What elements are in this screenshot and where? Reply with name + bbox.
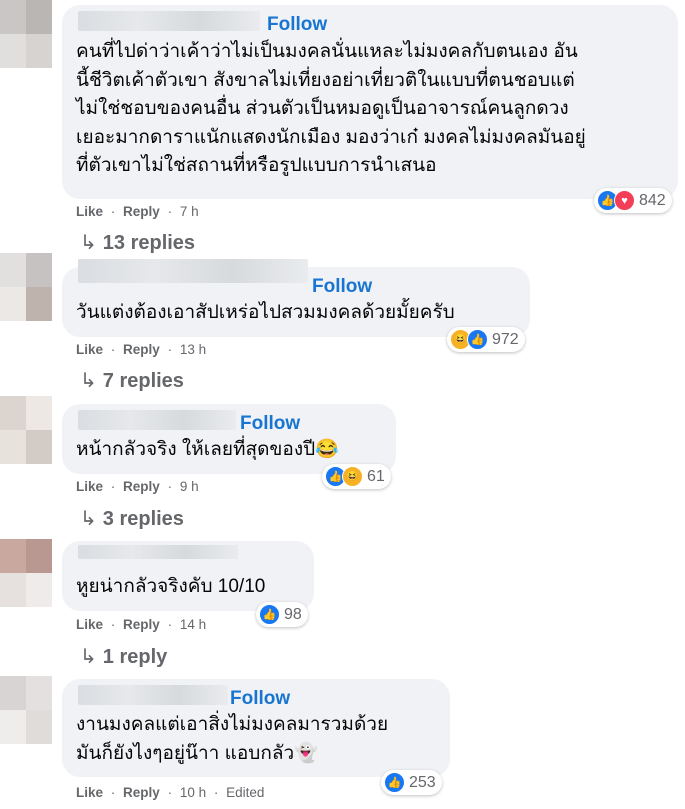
commenter-name-redacted[interactable]: [78, 685, 228, 705]
commenter-name-redacted[interactable]: [78, 545, 238, 559]
comment-actions: Like · Reply · 13 h: [76, 342, 207, 357]
comment-text: วันแต่งต้องเอาสัปเหร่อไปสวมมงคลด้วยมั้ยค…: [76, 302, 455, 323]
follow-button[interactable]: Follow: [267, 14, 327, 36]
like-icon: 👍: [467, 329, 488, 350]
timestamp[interactable]: 10 h: [180, 785, 206, 800]
haha-icon: 😆: [342, 466, 363, 487]
reply-link[interactable]: Reply: [123, 617, 160, 632]
reaction-summary[interactable]: 😆 👍 972: [447, 327, 525, 352]
like-icon: 👍: [384, 772, 405, 793]
like-link[interactable]: Like: [76, 479, 103, 494]
reply-link[interactable]: Reply: [123, 785, 160, 800]
comment-actions: Like · Reply · 10 h · Edited: [76, 785, 265, 800]
comment-text: งานมงคลแต่เอาสิ่งไม่มงคลมารวมด้วย มันก็ย…: [76, 714, 389, 764]
avatar[interactable]: [0, 253, 52, 321]
reply-arrow-icon: ↳: [80, 370, 97, 392]
comment-bubble: Follow งานมงคลแต่เอาสิ่งไม่มงคลมารวมด้วย…: [62, 679, 450, 777]
follow-button[interactable]: Follow: [240, 413, 300, 435]
reply-arrow-icon: ↳: [80, 646, 97, 668]
timestamp[interactable]: 13 h: [180, 342, 206, 357]
view-replies-link[interactable]: ↳ 7 replies: [80, 368, 184, 393]
reaction-count: 972: [492, 330, 519, 348]
follow-button[interactable]: Follow: [312, 276, 372, 298]
view-replies-link[interactable]: ↳ 13 replies: [80, 230, 195, 255]
comment-actions: Like · Reply · 7 h: [76, 204, 199, 219]
view-replies-link[interactable]: ↳ 1 reply: [80, 644, 167, 669]
reaction-count: 842: [639, 191, 666, 209]
commenter-name-redacted[interactable]: [78, 11, 260, 31]
reaction-summary[interactable]: 👍 😆 61: [322, 464, 391, 489]
reaction-summary[interactable]: 👍 98: [256, 602, 308, 627]
avatar[interactable]: [0, 396, 52, 464]
reply-arrow-icon: ↳: [80, 508, 97, 530]
reply-arrow-icon: ↳: [80, 232, 97, 254]
commenter-name-redacted[interactable]: [78, 259, 308, 283]
timestamp[interactable]: 9 h: [180, 479, 199, 494]
comment-bubble: Follow คนที่ไปด่าว่าเค้าว่าไม่เป็นมงคลนั…: [62, 5, 678, 199]
view-replies-link[interactable]: ↳ 3 replies: [80, 506, 184, 531]
reply-link[interactable]: Reply: [123, 342, 160, 357]
reply-link[interactable]: Reply: [123, 479, 160, 494]
love-icon: ♥: [614, 190, 635, 211]
comment-text: คนที่ไปด่าว่าเค้าว่าไม่เป็นมงคลนั่นแหละไ…: [76, 41, 586, 176]
comment-actions: Like · Reply · 9 h: [76, 479, 199, 494]
edited-label: Edited: [226, 785, 265, 800]
reaction-count: 98: [284, 605, 302, 623]
reaction-count: 61: [367, 467, 385, 485]
reply-link[interactable]: Reply: [123, 204, 160, 219]
like-icon: 👍: [259, 604, 280, 625]
timestamp[interactable]: 7 h: [180, 204, 199, 219]
comment-text: หน้ากลัวจริง ให้เลยที่สุดของปี😂: [76, 439, 339, 460]
avatar[interactable]: [0, 676, 52, 744]
reaction-summary[interactable]: 👍 ♥ 842: [594, 188, 672, 213]
timestamp[interactable]: 14 h: [180, 617, 206, 632]
commenter-name-redacted[interactable]: [78, 410, 236, 430]
like-link[interactable]: Like: [76, 617, 103, 632]
comment-bubble: หูยน่ากลัวจริงคับ 10/10: [62, 541, 314, 611]
reaction-count: 253: [409, 773, 436, 791]
like-link[interactable]: Like: [76, 342, 103, 357]
reaction-summary[interactable]: 👍 253: [381, 770, 442, 795]
comment-text: หูยน่ากลัวจริงคับ 10/10: [76, 576, 266, 597]
avatar[interactable]: [0, 539, 52, 607]
avatar[interactable]: [0, 0, 52, 68]
like-link[interactable]: Like: [76, 785, 103, 800]
follow-button[interactable]: Follow: [230, 688, 290, 710]
like-link[interactable]: Like: [76, 204, 103, 219]
comment-actions: Like · Reply · 14 h: [76, 617, 207, 632]
